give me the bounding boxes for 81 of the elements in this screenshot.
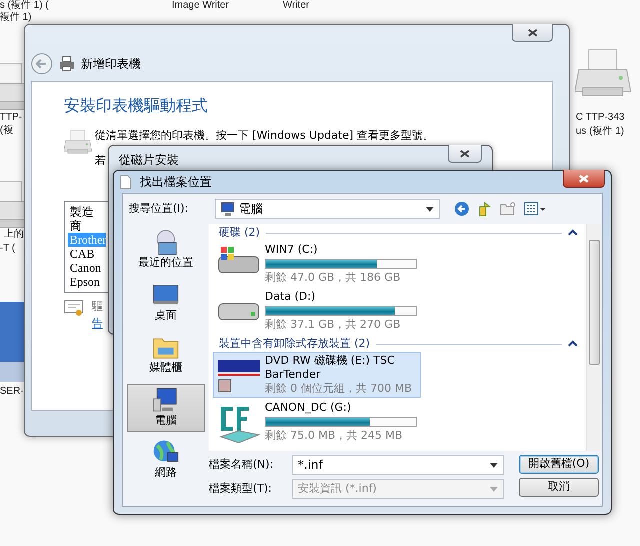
places-label: 網路 bbox=[155, 465, 177, 481]
column-header: 製造商 bbox=[69, 205, 95, 233]
dialog-button[interactable]: 取消 bbox=[519, 478, 599, 497]
back-button[interactable] bbox=[454, 201, 470, 217]
instruction-text: 若 bbox=[95, 152, 106, 168]
up-folder-icon[interactable] bbox=[478, 201, 492, 217]
icon-label[interactable]: 上的 bbox=[4, 229, 24, 241]
file-name-field[interactable]: *.inf bbox=[292, 455, 504, 475]
drive-item[interactable]: DVD RW 磁碟機 (E:) TSC BarTender 剩餘 0 個位元組，共 700 MB bbox=[213, 352, 421, 398]
close-icon bbox=[526, 28, 538, 38]
places-item[interactable]: 電腦 bbox=[127, 384, 205, 432]
drive-name: DVD RW 磁碟機 (E:) TSC BarTender bbox=[265, 354, 396, 382]
file-type-value: 安裝資訊 (*.inf) bbox=[298, 480, 378, 497]
places-item[interactable]: 桌面 bbox=[127, 278, 205, 327]
instruction-text: 從清單選擇您的印表機。按一下 [Windows Update] 查看更多型號。 bbox=[95, 128, 434, 144]
location-value: 電腦 bbox=[239, 201, 264, 218]
drive-name: CANON_DC (G:) bbox=[265, 401, 352, 415]
window-title: 新增印表機 bbox=[81, 56, 141, 72]
list-item[interactable]: CAB bbox=[68, 247, 106, 261]
close-button[interactable] bbox=[563, 170, 605, 188]
globe-icon bbox=[152, 439, 180, 465]
help-link[interactable]: 告 bbox=[92, 316, 103, 330]
view-menu-icon[interactable] bbox=[524, 201, 546, 217]
new-folder-icon[interactable] bbox=[500, 201, 516, 217]
free-space-text: 剩餘 75.0 MB，共 245 MB bbox=[265, 429, 404, 443]
icon-label[interactable]: -T ( bbox=[0, 243, 16, 255]
drive-name: WIN7 (C:) bbox=[265, 243, 319, 257]
places-item[interactable]: 網路 bbox=[127, 436, 205, 484]
field-label: 檔案名稱(N): bbox=[209, 456, 275, 473]
location-dropdown[interactable]: 電腦 bbox=[215, 199, 440, 219]
collapse-icon[interactable] bbox=[568, 229, 578, 237]
places-label: 桌面 bbox=[155, 308, 177, 324]
icon-label[interactable]: 複件 1) bbox=[0, 12, 32, 24]
icon-label[interactable]: C TTP-343 bbox=[576, 112, 625, 124]
note-text: 驅 bbox=[92, 299, 103, 315]
dialog-button[interactable]: 開啟舊檔(O) bbox=[519, 455, 599, 474]
computer-icon bbox=[221, 202, 235, 216]
page-heading: 安裝印表機驅動程式 bbox=[64, 96, 209, 116]
free-space-text: 剩餘 47.0 GB，共 186 GB bbox=[265, 271, 402, 285]
places-label: 最近的位置 bbox=[138, 255, 194, 271]
collapse-icon[interactable] bbox=[568, 340, 578, 348]
document-icon bbox=[120, 174, 132, 190]
places-item[interactable]: 媒體櫃 bbox=[127, 331, 205, 380]
field-label: 檔案類型(T): bbox=[209, 480, 274, 497]
icon-label[interactable]: TTP- bbox=[0, 112, 22, 124]
icon-label[interactable]: Writer bbox=[283, 0, 310, 12]
free-space-text: 剩餘 37.1 GB，共 270 GB bbox=[265, 318, 402, 332]
certificate-icon bbox=[64, 299, 84, 317]
close-icon bbox=[578, 174, 590, 184]
places-item[interactable]: 最近的位置 bbox=[127, 226, 205, 274]
icon-label[interactable]: (複 bbox=[0, 125, 14, 137]
group-header[interactable]: 裝置中含有卸除式存放裝置 (2) bbox=[219, 337, 370, 351]
file-name-value: *.inf bbox=[298, 457, 324, 474]
drive-name: Data (D:) bbox=[265, 290, 317, 304]
caret-icon[interactable] bbox=[426, 206, 434, 212]
list-item[interactable]: Canon bbox=[68, 261, 106, 275]
icon-label[interactable]: Image Writer bbox=[172, 0, 230, 12]
free-space-text: 剩餘 0 個位元組，共 700 MB bbox=[265, 382, 414, 396]
window-title: 從磁片安裝 bbox=[119, 152, 179, 169]
close-button[interactable] bbox=[512, 24, 553, 42]
window-title: 找出檔案位置 bbox=[140, 174, 212, 191]
close-button[interactable] bbox=[448, 145, 482, 163]
icon-label[interactable]: s (複件 1) ( bbox=[0, 0, 49, 12]
printer-icon bbox=[64, 128, 92, 156]
list-item[interactable]: Epson bbox=[68, 275, 106, 289]
computer-icon bbox=[152, 386, 180, 412]
places-label: 電腦 bbox=[155, 412, 177, 428]
printer-icon bbox=[59, 56, 75, 72]
drive-item[interactable]: Data (D:) 剩餘 37.1 GB，共 270 GB bbox=[213, 288, 421, 334]
caret-icon bbox=[490, 486, 498, 492]
group-header[interactable]: 硬碟 (2) bbox=[219, 226, 260, 240]
back-button[interactable] bbox=[31, 52, 53, 74]
icon-label[interactable]: us (複件 1) bbox=[576, 126, 624, 138]
drive-item[interactable]: WIN7 (C:) 剩餘 47.0 GB，共 186 GB bbox=[213, 241, 421, 287]
icon-label[interactable]: SER- bbox=[0, 386, 24, 398]
close-icon bbox=[459, 148, 471, 158]
places-label: 媒體櫃 bbox=[150, 360, 182, 376]
field-label: 搜尋位置(I): bbox=[129, 200, 190, 217]
scrollbar[interactable] bbox=[586, 224, 602, 451]
drive-item[interactable]: CANON_DC (G:) 剩餘 75.0 MB，共 245 MB bbox=[213, 399, 421, 445]
caret-icon[interactable] bbox=[490, 462, 498, 468]
